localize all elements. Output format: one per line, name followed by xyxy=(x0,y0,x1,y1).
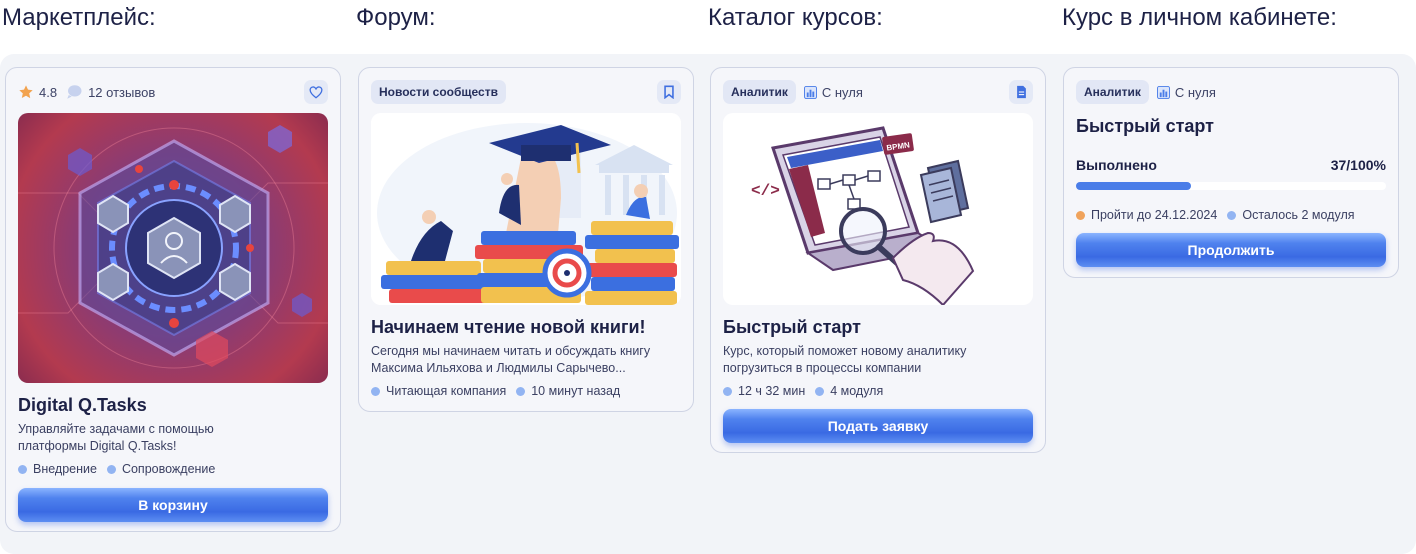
bar-chart-icon xyxy=(1156,85,1170,99)
article-excerpt: Сегодня мы начинаем читать и обсуждать к… xyxy=(371,344,651,375)
product-title[interactable]: Digital Q.Tasks xyxy=(18,395,147,416)
tag: Сопровождение xyxy=(106,462,215,476)
level-label: С нуля xyxy=(821,84,863,100)
heading-marketplace: Маркетплейс: xyxy=(2,4,156,31)
progress-value: 37/100% xyxy=(1330,157,1386,173)
level-label: С нуля xyxy=(1174,84,1216,100)
remaining-modules: Осталось 2 модуля xyxy=(1227,208,1355,222)
bookmark-icon xyxy=(664,85,674,99)
add-to-cart-button[interactable]: В корзину xyxy=(18,488,328,522)
forum-card[interactable]: Новости сообществ Начинаем чтение новой … xyxy=(358,67,694,412)
favorite-button[interactable] xyxy=(304,80,328,104)
bookmark-button[interactable] xyxy=(657,80,681,104)
category-badge[interactable]: Новости сообществ xyxy=(371,80,506,104)
product-tags: Внедрение Сопровождение xyxy=(18,462,328,476)
article-title[interactable]: Начинаем чтение новой книги! xyxy=(371,317,646,338)
apply-button[interactable]: Подать заявку xyxy=(723,409,1033,443)
course-status: Пройти до 24.12.2024 Осталось 2 модуля xyxy=(1076,208,1386,222)
my-course-card[interactable]: Аналитик С нуля Быстрый старт Выполнено … xyxy=(1063,67,1399,278)
heading-forum: Форум: xyxy=(356,4,436,31)
star-icon xyxy=(19,85,33,99)
heading-catalog: Каталог курсов: xyxy=(708,4,883,31)
catalog-course-card[interactable]: Аналитик С нуля BPMN </> Быстрый старт К… xyxy=(710,67,1046,453)
rating-value: 4.8 xyxy=(39,84,58,100)
continue-button[interactable]: Продолжить xyxy=(1076,233,1386,267)
product-image xyxy=(18,113,328,383)
progress-label: Выполнено xyxy=(1076,157,1157,173)
tag: Читающая компания xyxy=(371,384,506,398)
progress-header: Выполнено 37/100% xyxy=(1076,157,1386,173)
article-image xyxy=(371,113,681,305)
tag: 10 минут назад xyxy=(516,384,620,398)
books-illustration xyxy=(371,113,681,305)
marketplace-card[interactable]: 4.8 12 отзывов Digital Q.Tasks Управляйт… xyxy=(5,67,341,532)
course-image: BPMN </> xyxy=(723,113,1033,305)
role-badge: Аналитик xyxy=(1076,80,1149,104)
document-button[interactable] xyxy=(1009,80,1033,104)
chat-bubble-icon xyxy=(67,85,82,99)
tag: 12 ч 32 мин xyxy=(723,384,805,398)
gear-hexagon-illustration xyxy=(18,125,328,369)
course-tags: 12 ч 32 мин 4 модуля xyxy=(723,384,1033,398)
course-title[interactable]: Быстрый старт xyxy=(1076,116,1214,137)
svg-text:</>: </> xyxy=(751,182,780,200)
progress-fill xyxy=(1076,182,1191,190)
deadline: Пройти до 24.12.2024 xyxy=(1076,208,1217,222)
heading-cabinet: Курс в личном кабинете: xyxy=(1062,4,1337,31)
article-tags: Читающая компания 10 минут назад xyxy=(371,384,681,398)
product-description: Управляйте задачами с помощью платформы … xyxy=(18,422,214,453)
course-title[interactable]: Быстрый старт xyxy=(723,317,861,338)
document-icon xyxy=(1016,85,1026,99)
progress-bar xyxy=(1076,182,1386,190)
role-badge: Аналитик xyxy=(723,80,796,104)
bar-chart-icon xyxy=(803,85,817,99)
course-description: Курс, который поможет новому аналитику п… xyxy=(723,344,967,375)
reviews-count[interactable]: 12 отзывов xyxy=(88,85,155,100)
heart-icon xyxy=(309,85,323,99)
tag: 4 модуля xyxy=(815,384,883,398)
laptop-analysis-illustration: BPMN </> xyxy=(751,126,975,305)
tag: Внедрение xyxy=(18,462,97,476)
